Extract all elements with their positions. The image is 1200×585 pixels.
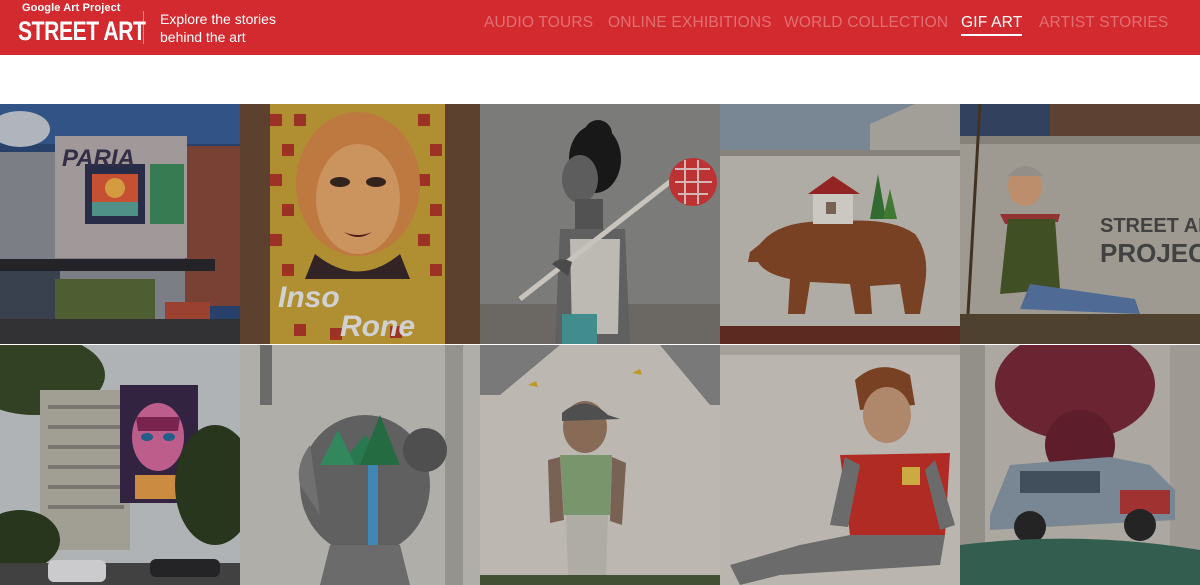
artwork-tile-forest-head-profile[interactable] xyxy=(240,345,480,585)
mural-text-inso: Inso xyxy=(278,281,340,314)
artwork-image xyxy=(240,345,480,585)
mural-text-rone: Rone xyxy=(340,310,415,343)
artwork-tile-car-under-cloud[interactable] xyxy=(960,345,1200,585)
artwork-tile-boy-with-cap[interactable] xyxy=(480,345,720,585)
artwork-grid: PARIA Inso Rone STREET A PROJEC xyxy=(0,104,1200,585)
artwork-tile-girl-with-bundle[interactable] xyxy=(480,104,720,344)
nav-gif-art[interactable]: GIF ART xyxy=(961,14,1023,36)
artwork-tile-building-paria[interactable]: PARIA xyxy=(0,104,240,344)
artwork-image xyxy=(720,345,960,585)
site-header: Google Art Project STREET ART Explore th… xyxy=(0,0,1200,55)
logo-subtitle: Google Art Project xyxy=(22,2,121,14)
mural-text-paria: PARIA xyxy=(62,145,135,172)
artwork-image: Inso Rone xyxy=(240,104,480,344)
artwork-tile-boy-red-shirt[interactable] xyxy=(720,345,960,585)
artwork-tile-inso-rone-face[interactable]: Inso Rone xyxy=(240,104,480,344)
artwork-image xyxy=(960,345,1200,585)
artwork-image: PARIA xyxy=(0,104,240,344)
artwork-tile-seated-figure[interactable]: STREET ART PROJECT xyxy=(960,104,1200,344)
artwork-image xyxy=(0,345,240,585)
nav-audio-tours[interactable]: AUDIO TOURS xyxy=(484,14,593,32)
nav-artist-stories[interactable]: ARTIST STORIES xyxy=(1039,14,1168,32)
artwork-tile-bear-with-house[interactable] xyxy=(720,104,960,344)
artwork-tile-highrise-mural[interactable] xyxy=(0,345,240,585)
artwork-image xyxy=(720,104,960,344)
main-nav: AUDIO TOURS ONLINE EXHIBITIONS WORLD COL… xyxy=(0,14,1200,36)
nav-online-exhibitions[interactable]: ONLINE EXHIBITIONS xyxy=(608,14,772,32)
artwork-image: STREET ART PROJECT xyxy=(960,104,1200,344)
watermark-street-art: STREET ART xyxy=(1100,215,1200,237)
nav-world-collection[interactable]: WORLD COLLECTION xyxy=(784,14,948,32)
artwork-image xyxy=(480,345,720,585)
watermark-project: PROJECT xyxy=(1100,238,1200,268)
artwork-image xyxy=(480,104,720,344)
